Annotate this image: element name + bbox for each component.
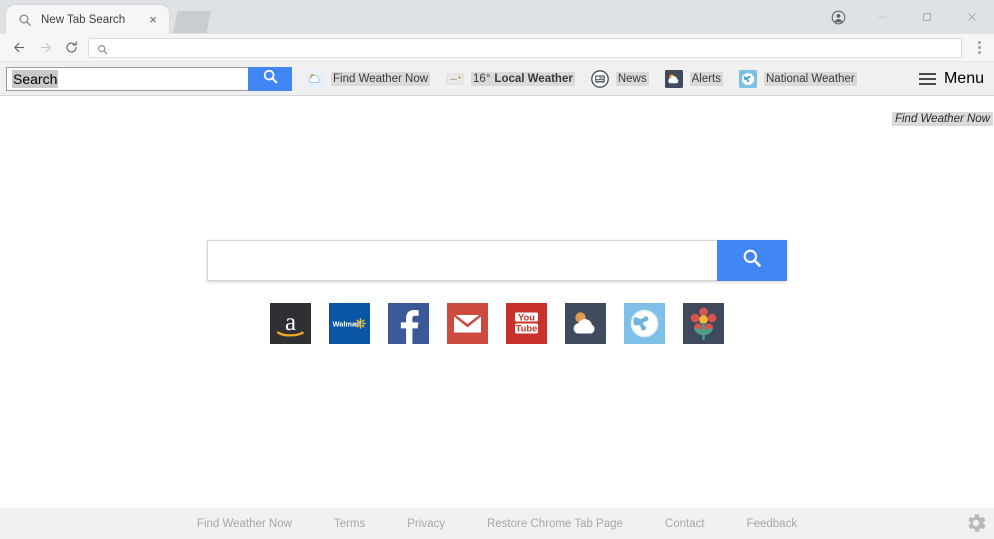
new-tab-button[interactable] — [173, 11, 211, 33]
search-input-value: Search — [12, 69, 59, 88]
close-icon[interactable]: × — [145, 12, 161, 28]
search-area: a Walmart You Tube — [0, 240, 994, 344]
tab-strip: New Tab Search × — [0, 0, 994, 34]
window-controls — [817, 0, 994, 34]
toolbar-item-find-weather-now[interactable]: Find Weather Now — [306, 67, 431, 91]
shortcut-facebook[interactable] — [388, 303, 429, 344]
shortcut-flower[interactable] — [683, 303, 724, 344]
footer-link-privacy[interactable]: Privacy — [407, 518, 445, 530]
gear-icon[interactable] — [964, 511, 988, 535]
search-icon — [97, 42, 109, 54]
shortcut-gmail[interactable] — [447, 303, 488, 344]
toolbar-item-local-weather[interactable]: 16° Local Weather — [446, 67, 575, 91]
tab-title: New Tab Search — [41, 13, 126, 26]
search-icon — [741, 247, 763, 274]
back-arrow-icon[interactable] — [6, 36, 32, 60]
browser-tab[interactable]: New Tab Search × — [6, 5, 169, 34]
main-search — [207, 240, 787, 281]
reload-icon[interactable] — [58, 36, 84, 60]
toolbar-item-label: Find Weather Now — [331, 71, 431, 86]
minimize-icon[interactable] — [859, 2, 904, 32]
footer-link-contact[interactable]: Contact — [665, 518, 705, 530]
footer-link-feedback[interactable]: Feedback — [747, 518, 798, 530]
forward-arrow-icon — [32, 36, 58, 60]
tooltip: Find Weather Now — [891, 112, 993, 126]
person-icon[interactable] — [817, 2, 859, 32]
shortcut-walmart[interactable]: Walmart — [329, 303, 370, 344]
shortcut-youtube[interactable]: You Tube — [506, 303, 547, 344]
navigation-bar — [0, 34, 994, 62]
page-content: Find Weather Now a Walmart You Tube Find… — [0, 96, 994, 539]
maximize-icon[interactable] — [904, 2, 949, 32]
svg-text:You: You — [518, 311, 535, 322]
search-icon — [18, 13, 32, 27]
globe-icon — [739, 69, 757, 88]
toolbar-item-label: Local Weather — [492, 71, 575, 86]
partly-cloudy-icon — [306, 69, 324, 88]
toolbar-item-news[interactable]: News — [590, 67, 649, 91]
toolbar-item-label: National Weather — [764, 71, 857, 86]
shortcut-amazon[interactable]: a — [270, 303, 311, 344]
hamburger-icon — [918, 72, 936, 85]
svg-text:a: a — [285, 309, 296, 336]
toolbar-menu-button[interactable]: Menu — [918, 69, 984, 88]
footer-link-find-weather-now[interactable]: Find Weather Now — [197, 518, 292, 530]
search-button[interactable] — [248, 66, 292, 91]
toolbar-search: Search — [6, 66, 292, 91]
footer-link-restore-chrome-tab-page[interactable]: Restore Chrome Tab Page — [487, 518, 623, 530]
close-icon[interactable] — [949, 2, 994, 32]
search-icon — [262, 68, 279, 90]
extension-toolbar: Search Find Weather Now 16° Local Weathe… — [0, 62, 994, 96]
svg-text:Tube: Tube — [516, 323, 538, 334]
toolbar-item-temperature: 16° — [471, 71, 493, 86]
weather-alert-icon — [664, 69, 683, 88]
toolbar-menu-label: Menu — [943, 69, 984, 87]
search-input[interactable] — [207, 240, 717, 281]
browser-window: New Tab Search × Search Find Weather Now… — [0, 0, 994, 539]
search-button[interactable] — [717, 240, 787, 281]
footer-link-terms[interactable]: Terms — [334, 518, 365, 530]
toolbar-item-label: Alerts — [689, 71, 723, 86]
shortcut-weather[interactable] — [565, 303, 606, 344]
footer: Find Weather Now Terms Privacy Restore C… — [0, 508, 994, 539]
shortcut-row: a Walmart You Tube — [270, 303, 724, 344]
toolbar-item-alerts[interactable]: Alerts — [664, 67, 723, 91]
shortcut-globe[interactable] — [624, 303, 665, 344]
toolbar-item-label: News — [615, 71, 649, 86]
toolbar-item-national-weather[interactable]: National Weather — [739, 67, 857, 91]
search-input[interactable]: Search — [6, 66, 248, 91]
address-bar[interactable] — [88, 37, 962, 58]
broken-image-icon — [446, 70, 464, 88]
three-dot-menu-icon[interactable] — [968, 36, 990, 60]
newspaper-icon — [590, 69, 609, 88]
